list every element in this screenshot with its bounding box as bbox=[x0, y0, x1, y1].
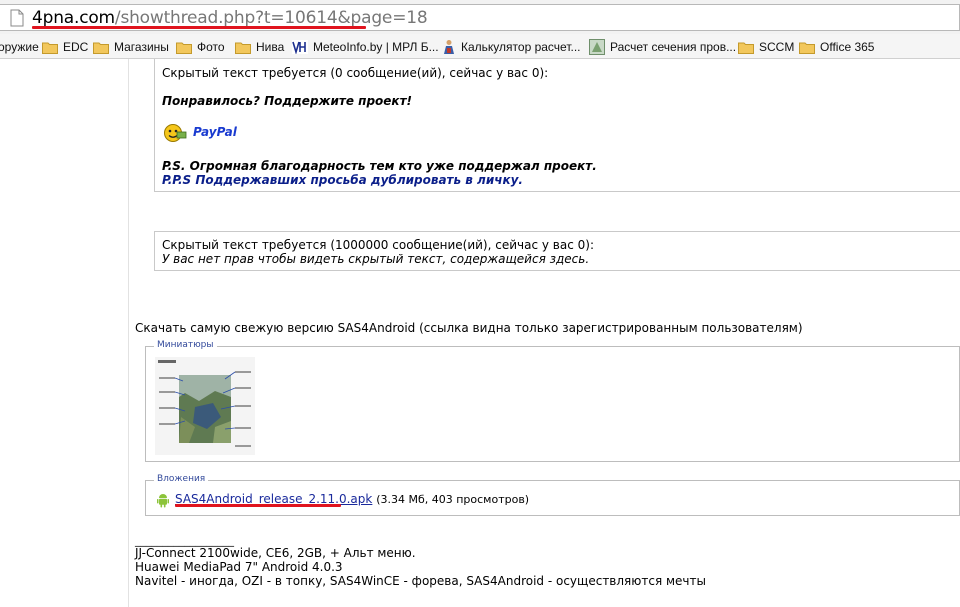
folder-icon bbox=[93, 42, 109, 54]
download-text: Скачать самую свежую версию SAS4Android … bbox=[135, 321, 803, 335]
bookmarks-bar: оружие EDC Магазины Фото Нива MeteoInfo.… bbox=[0, 34, 960, 59]
url-path: /showthread.php?t=10614&page=18 bbox=[114, 8, 428, 28]
calculator-icon bbox=[444, 40, 454, 54]
pps-text: P.P.S Поддержавших просьба дублировать в… bbox=[162, 173, 523, 187]
paypal-link[interactable]: PayPal bbox=[193, 125, 237, 140]
bookmark-office365[interactable]: Office 365 bbox=[799, 39, 874, 55]
folder-icon bbox=[176, 42, 192, 54]
bookmark-label: Office 365 bbox=[820, 40, 875, 54]
thumbnails-legend: Миниатюры bbox=[154, 339, 217, 351]
hidden-box-header: Скрытый текст требуется (0 сообщение(ий)… bbox=[162, 66, 549, 80]
meteo-icon bbox=[292, 40, 308, 54]
thumbnails-fieldset: Миниатюры bbox=[145, 339, 960, 462]
bookmark-shops[interactable]: Магазины bbox=[93, 39, 169, 55]
paypal-label: PayPal bbox=[193, 125, 237, 139]
hidden-text-box-1: Скрытый текст требуется (0 сообщение(ий)… bbox=[154, 59, 960, 192]
bookmark-label: оружие bbox=[0, 40, 39, 54]
folder-icon bbox=[42, 42, 58, 54]
folder-icon bbox=[235, 42, 251, 54]
support-text: Понравилось? Поддержите проект! bbox=[162, 94, 412, 108]
smiley-money-icon bbox=[164, 124, 187, 142]
bookmark-label: MeteoInfo.by | МРЛ Б... bbox=[313, 40, 439, 54]
signature-line-1: JJ-Connect 2100wide, CE6, 2GB, + Альт ме… bbox=[135, 546, 416, 560]
bookmark-label: SCCM bbox=[759, 40, 795, 54]
bookmark-label: Нива bbox=[256, 40, 285, 54]
folder-icon bbox=[799, 42, 815, 54]
url-host: 4pna.com bbox=[32, 8, 115, 28]
bookmark-meteoinfo[interactable]: MeteoInfo.by | МРЛ Б... bbox=[292, 39, 439, 55]
bookmark-weapons[interactable]: оружие bbox=[0, 39, 39, 55]
hidden-box-header: Скрытый текст требуется (1000000 сообщен… bbox=[162, 238, 594, 252]
android-icon bbox=[157, 494, 169, 508]
bookmark-edc[interactable]: EDC bbox=[42, 39, 88, 55]
map-thumbnail[interactable] bbox=[155, 357, 255, 455]
url-text[interactable]: 4pna.com/showthread.php?t=10614&page=18 bbox=[32, 8, 428, 28]
attachments-legend: Вложения bbox=[154, 473, 209, 485]
url-highlight-underline bbox=[32, 26, 366, 29]
post-left-border bbox=[128, 59, 129, 607]
signature-line-2: Huawei MediaPad 7" Android 4.0.3 bbox=[135, 560, 343, 574]
page-icon bbox=[10, 9, 24, 27]
folder-icon bbox=[738, 42, 754, 54]
bookmark-label: Магазины bbox=[114, 40, 169, 54]
bookmark-label: Фото bbox=[197, 40, 225, 54]
cable-icon bbox=[589, 39, 605, 55]
attachment-meta: (3.34 Мб, 403 просмотров) bbox=[376, 493, 530, 506]
bookmark-sccm[interactable]: SCCM bbox=[738, 39, 794, 55]
bookmark-label: Калькулятор расчет... bbox=[461, 40, 581, 54]
hidden-text-box-2: Скрытый текст требуется (1000000 сообщен… bbox=[154, 231, 960, 271]
bookmark-calculator[interactable]: Калькулятор расчет... bbox=[442, 39, 581, 55]
bookmark-niva[interactable]: Нива bbox=[235, 39, 284, 55]
bookmark-photo[interactable]: Фото bbox=[176, 39, 225, 55]
no-rights-notice: У вас нет прав чтобы видеть скрытый текс… bbox=[162, 252, 590, 266]
forum-post: Скрытый текст требуется (0 сообщение(ий)… bbox=[0, 59, 960, 607]
bookmark-label: Расчет сечения пров... bbox=[610, 40, 737, 54]
attachments-fieldset: Вложения SAS4Android_release_2.11.0.apk … bbox=[145, 473, 960, 516]
bookmark-label: EDC bbox=[63, 40, 89, 54]
ps-text: P.S. Огромная благодарность тем кто уже … bbox=[162, 159, 597, 173]
signature-line-3: Navitel - иногда, OZI - в топку, SAS4Win… bbox=[135, 574, 706, 588]
link-highlight-underline bbox=[175, 504, 341, 507]
bookmark-cable-calc[interactable]: Расчет сечения пров... bbox=[589, 39, 736, 55]
address-bar: 4pna.com/showthread.php?t=10614&page=18 bbox=[0, 0, 960, 34]
